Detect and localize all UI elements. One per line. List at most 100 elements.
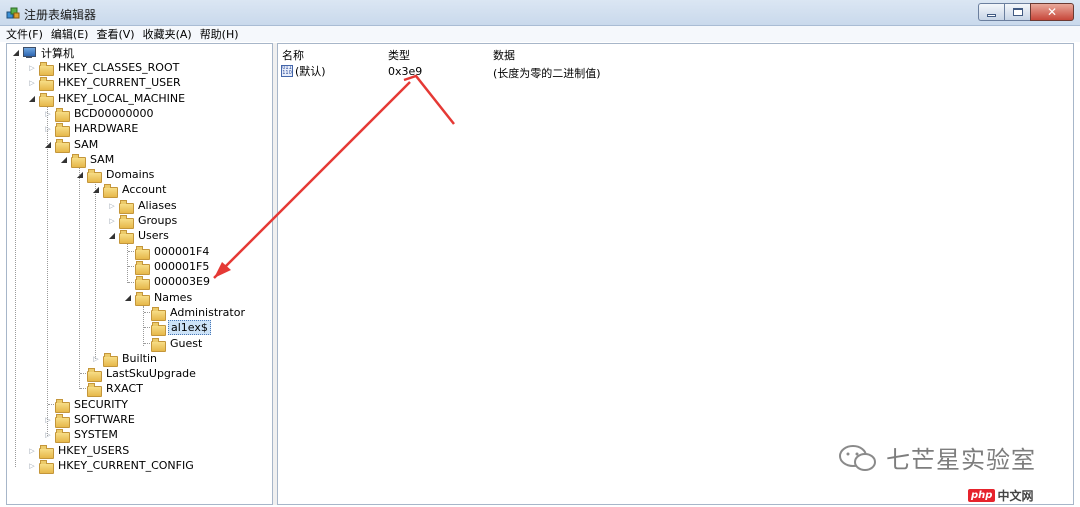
column-header-data[interactable]: 数据 bbox=[493, 47, 515, 62]
collapse-icon[interactable]: ◢ bbox=[107, 231, 117, 240]
maximize-icon bbox=[1012, 8, 1023, 16]
php-badge: php bbox=[968, 489, 996, 502]
expand-icon[interactable]: ▷ bbox=[107, 202, 117, 210]
minimize-button[interactable] bbox=[978, 3, 1004, 21]
expand-icon[interactable]: ▷ bbox=[27, 79, 37, 87]
tree-node-system[interactable]: ▷ SYSTEM bbox=[43, 427, 120, 443]
folder-icon bbox=[39, 459, 54, 474]
expand-icon[interactable]: ▷ bbox=[43, 110, 53, 118]
tree-line bbox=[127, 243, 128, 283]
tree-node-user-1f4[interactable]: 000001F4 bbox=[133, 244, 211, 260]
tree-node-bcd[interactable]: ▷ BCD00000000 bbox=[43, 106, 156, 122]
tree-node-software[interactable]: ▷ SOFTWARE bbox=[43, 412, 137, 428]
folder-icon bbox=[39, 61, 54, 76]
menu-file[interactable]: 文件(F) bbox=[6, 26, 43, 42]
folder-icon bbox=[55, 398, 70, 413]
tree-node-hardware[interactable]: ▷ HARDWARE bbox=[43, 121, 140, 137]
collapse-icon[interactable]: ◢ bbox=[75, 170, 85, 179]
folder-icon bbox=[55, 413, 70, 428]
selected-node-label: al1ex$ bbox=[168, 320, 211, 335]
folder-icon bbox=[135, 275, 150, 290]
tree-node-hklm[interactable]: ◢ HKEY_LOCAL_MACHINE bbox=[27, 91, 187, 107]
tree-line bbox=[47, 106, 48, 436]
tree-node-user-1f5[interactable]: 000001F5 bbox=[133, 259, 211, 275]
tree-node-account[interactable]: ◢ Account bbox=[91, 182, 168, 198]
folder-icon bbox=[135, 245, 150, 260]
menu-view[interactable]: 查看(V) bbox=[96, 26, 134, 42]
values-list[interactable]: 名称 类型 数据 011 110 (默认) 0x3e9 (长度为零的二进制值) bbox=[277, 43, 1074, 505]
folder-icon bbox=[39, 444, 54, 459]
expand-icon[interactable]: ▷ bbox=[91, 355, 101, 363]
collapse-icon[interactable]: ◢ bbox=[91, 185, 101, 194]
expand-icon[interactable]: ▷ bbox=[43, 431, 53, 439]
value-name: (默认) bbox=[295, 64, 326, 78]
expand-icon[interactable]: ▷ bbox=[43, 125, 53, 133]
php-cn-logo: php 中文网 bbox=[968, 487, 1033, 504]
folder-open-icon bbox=[119, 229, 134, 244]
tree-node-lastsku[interactable]: LastSkuUpgrade bbox=[85, 366, 198, 382]
tree-node-names[interactable]: ◢ Names bbox=[123, 290, 194, 306]
close-icon: ✕ bbox=[1046, 5, 1058, 19]
tree-node-user-3e9[interactable]: 000003E9 bbox=[133, 274, 212, 290]
window-controls: ✕ bbox=[978, 3, 1074, 22]
tree-node-builtin[interactable]: ▷ Builtin bbox=[91, 351, 159, 367]
tree-node-computer[interactable]: ◢ 计算机 bbox=[11, 45, 76, 60]
column-header-name[interactable]: 名称 bbox=[282, 47, 304, 62]
folder-icon bbox=[39, 76, 54, 91]
tree-node-administrator[interactable]: Administrator bbox=[149, 305, 247, 321]
computer-icon bbox=[22, 47, 36, 58]
collapse-icon[interactable]: ◢ bbox=[11, 48, 21, 57]
tree-node-groups[interactable]: ▷ Groups bbox=[107, 213, 179, 229]
collapse-icon[interactable]: ◢ bbox=[27, 94, 37, 103]
folder-icon bbox=[87, 382, 102, 397]
tree-node-rxact[interactable]: RXACT bbox=[85, 381, 145, 397]
expand-icon[interactable]: ▷ bbox=[27, 64, 37, 72]
tree-node-hku[interactable]: ▷ HKEY_USERS bbox=[27, 443, 131, 459]
tree-node-al1ex[interactable]: al1ex$ bbox=[149, 320, 211, 336]
menu-edit[interactable]: 编辑(E) bbox=[51, 26, 89, 42]
menu-help[interactable]: 帮助(H) bbox=[200, 26, 239, 42]
window-title: 注册表编辑器 bbox=[24, 8, 97, 22]
watermark: 七芒星实验室 bbox=[838, 440, 1036, 475]
value-data: (长度为零的二进制值) bbox=[493, 67, 601, 80]
list-row[interactable]: 011 110 (默认) bbox=[281, 63, 326, 78]
tree-node-hkcc[interactable]: ▷ HKEY_CURRENT_CONFIG bbox=[27, 458, 196, 474]
folder-open-icon bbox=[55, 138, 70, 153]
tree-node-users[interactable]: ◢ Users bbox=[107, 228, 171, 244]
expand-icon[interactable]: ▷ bbox=[107, 217, 117, 225]
regedit-window: 注册表编辑器 ✕ 文件(F) 编辑(E) 查看(V) 收藏夹(A) 帮助(H) … bbox=[0, 0, 1080, 507]
collapse-icon[interactable]: ◢ bbox=[43, 140, 53, 149]
tree-node-security[interactable]: SECURITY bbox=[53, 397, 130, 413]
tree-node-hkcr[interactable]: ▷ HKEY_CLASSES_ROOT bbox=[27, 60, 181, 76]
folder-open-icon bbox=[71, 153, 86, 168]
folder-icon bbox=[135, 260, 150, 275]
tree-node-hkcu[interactable]: ▷ HKEY_CURRENT_USER bbox=[27, 75, 183, 91]
folder-icon bbox=[55, 122, 70, 137]
registry-tree[interactable]: ◢ 计算机 ▷ HKEY_CLASSES_ROOT ▷ HKEY_CURRENT… bbox=[6, 43, 273, 505]
folder-icon bbox=[119, 199, 134, 214]
tree-node-domains[interactable]: ◢ Domains bbox=[75, 167, 156, 183]
tree-node-aliases[interactable]: ▷ Aliases bbox=[107, 198, 179, 214]
minimize-icon bbox=[987, 13, 996, 17]
tree-node-sam-sub[interactable]: ◢ SAM bbox=[59, 152, 116, 168]
maximize-button[interactable] bbox=[1004, 3, 1030, 21]
folder-icon bbox=[151, 337, 166, 352]
folder-icon bbox=[87, 367, 102, 382]
column-header-type[interactable]: 类型 bbox=[388, 47, 410, 62]
folder-icon bbox=[151, 306, 166, 321]
tree-node-guest[interactable]: Guest bbox=[149, 336, 204, 352]
folder-icon bbox=[55, 428, 70, 443]
binary-value-icon: 011 110 bbox=[281, 64, 293, 77]
folder-open-icon bbox=[87, 168, 102, 183]
collapse-icon[interactable]: ◢ bbox=[59, 155, 69, 164]
tree-node-sam[interactable]: ◢ SAM bbox=[43, 137, 100, 153]
close-button[interactable]: ✕ bbox=[1030, 3, 1074, 21]
title-bar[interactable]: 注册表编辑器 ✕ bbox=[0, 0, 1080, 26]
folder-open-icon bbox=[103, 183, 118, 198]
menu-favorites[interactable]: 收藏夹(A) bbox=[143, 26, 192, 42]
collapse-icon[interactable]: ◢ bbox=[123, 293, 133, 302]
expand-icon[interactable]: ▷ bbox=[27, 462, 37, 470]
folder-icon bbox=[151, 321, 166, 336]
expand-icon[interactable]: ▷ bbox=[43, 416, 53, 424]
expand-icon[interactable]: ▷ bbox=[27, 447, 37, 455]
